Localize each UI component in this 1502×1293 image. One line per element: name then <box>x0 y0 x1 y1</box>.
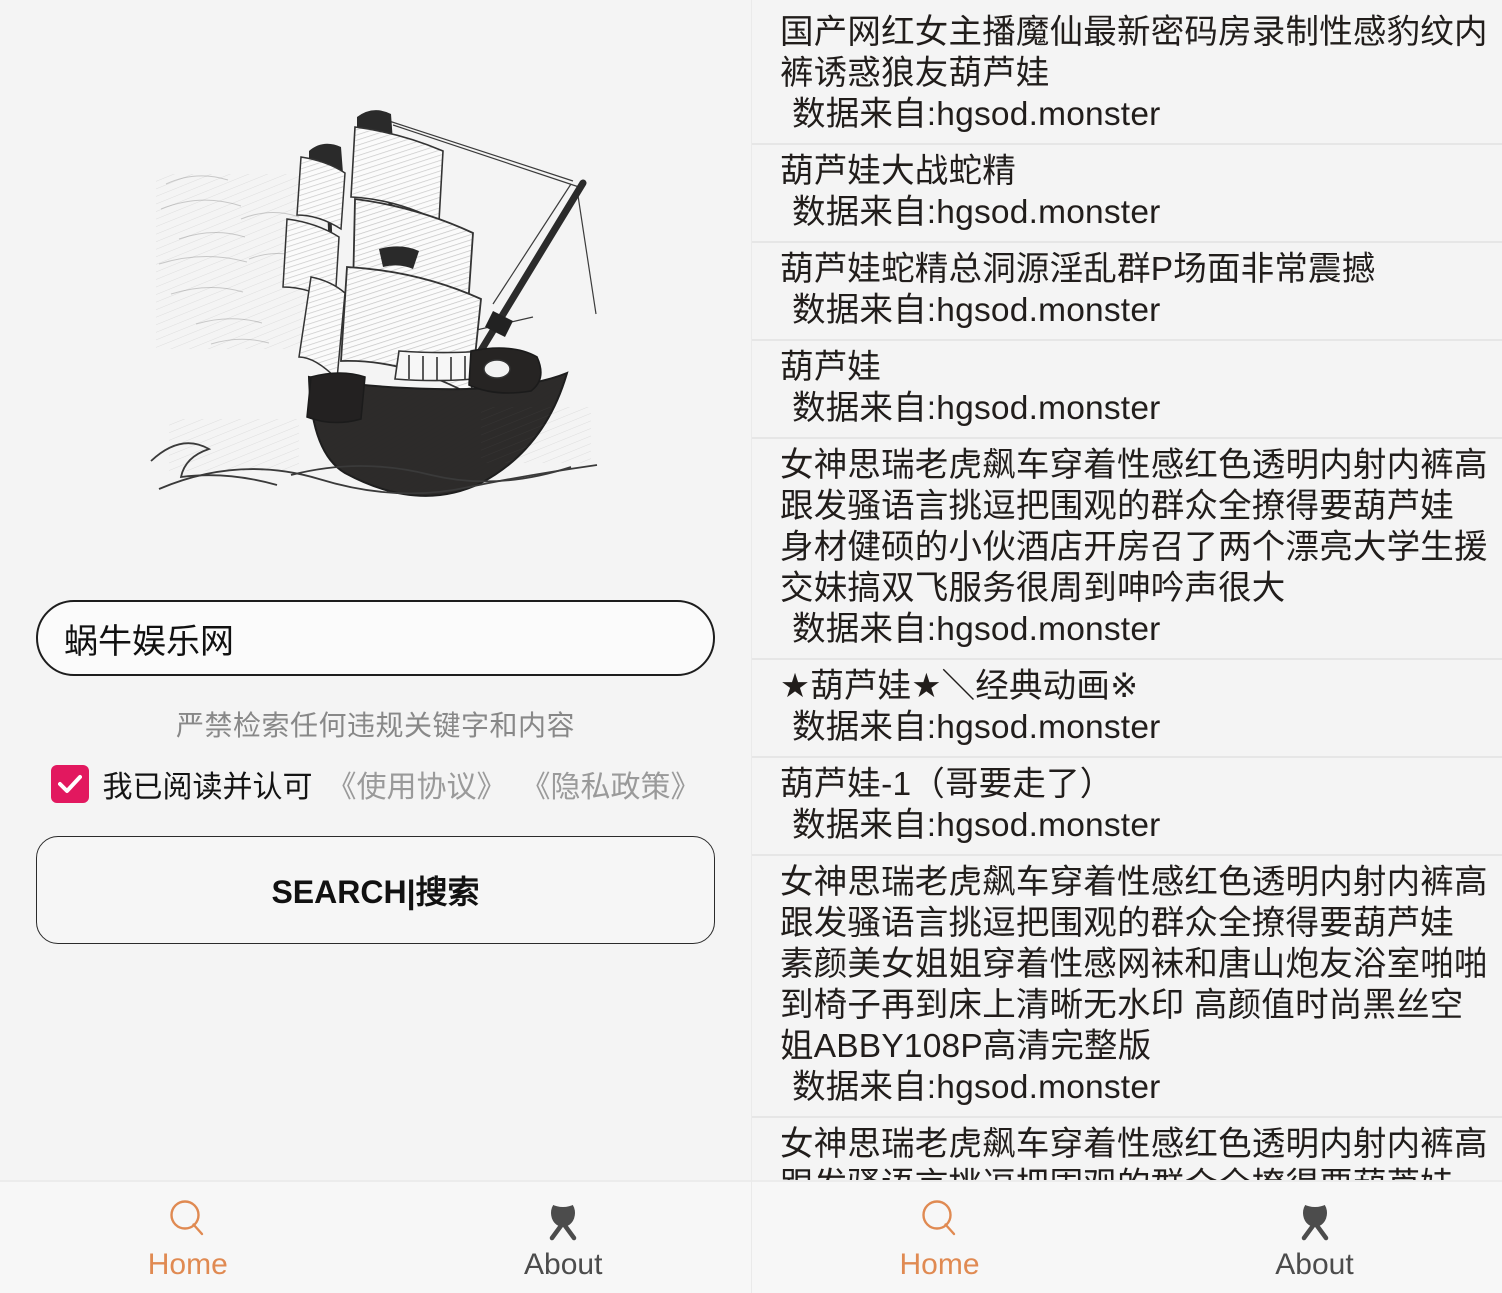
result-title: 国产网红女主播魔仙最新密码房录制性感豹纹内裤诱惑狼友葫芦娃 <box>780 14 1488 92</box>
result-item[interactable]: 女神思瑞老虎飙车穿着性感红色透明内射内裤高跟发骚语言挑逗把围观的群众全撩得要葫芦… <box>752 439 1502 660</box>
result-source: 数据来自:hgsod.monster <box>792 292 1161 329</box>
tab-home-right-label: Home <box>899 1247 980 1281</box>
result-source: 数据来自:hgsod.monster <box>792 709 1161 746</box>
result-source: 数据来自:hgsod.monster <box>792 390 1161 427</box>
person-icon <box>540 1194 586 1244</box>
result-title: 葫芦娃-1（哥要走了） <box>780 766 1114 803</box>
result-title: 葫芦娃 <box>780 349 882 386</box>
bottom-tabbar-left: Home About <box>0 1180 751 1293</box>
result-item[interactable]: 葫芦娃大战蛇精数据来自:hgsod.monster <box>752 145 1502 243</box>
privacy-policy-link[interactable]: 《隐私政策》 <box>521 762 701 806</box>
tab-about-right[interactable]: About <box>1127 1182 1502 1293</box>
right-panel-body: 国产网红女主播魔仙最新密码房录制性感豹纹内裤诱惑狼友葫芦娃数据来自:hgsod.… <box>752 0 1502 1180</box>
results-list[interactable]: 国产网红女主播魔仙最新密码房录制性感豹纹内裤诱惑狼友葫芦娃数据来自:hgsod.… <box>752 0 1502 1180</box>
right-panel: 国产网红女主播魔仙最新密码房录制性感豹纹内裤诱惑狼友葫芦娃数据来自:hgsod.… <box>751 0 1502 1293</box>
result-title: 女神思瑞老虎飙车穿着性感红色透明内射内裤高跟发骚语言挑逗把围观的群众全撩得要葫芦… <box>780 1126 1488 1180</box>
search-button[interactable]: SEARCH|搜索 <box>36 836 715 944</box>
result-source: 数据来自:hgsod.monster <box>792 96 1161 133</box>
agreement-checkbox[interactable] <box>50 765 89 803</box>
tab-home-left-label: Home <box>147 1247 228 1281</box>
agreement-text: 我已阅读并认可 <box>102 771 313 804</box>
result-source: 数据来自:hgsod.monster <box>792 807 1161 844</box>
result-item[interactable]: 国产网红女主播魔仙最新密码房录制性感豹纹内裤诱惑狼友葫芦娃数据来自:hgsod.… <box>752 6 1502 145</box>
tab-about-left-label: About <box>524 1247 603 1281</box>
result-title: 女神思瑞老虎飙车穿着性感红色透明内射内裤高跟发骚语言挑逗把围观的群众全撩得要葫芦… <box>780 864 1488 1065</box>
result-title: 女神思瑞老虎飙车穿着性感红色透明内射内裤高跟发骚语言挑逗把围观的群众全撩得要葫芦… <box>780 447 1488 607</box>
result-source: 数据来自:hgsod.monster <box>792 611 1161 648</box>
tab-home-right[interactable]: Home <box>752 1182 1127 1293</box>
bottom-tabbar-right: Home About <box>752 1180 1502 1293</box>
search-icon <box>165 1194 211 1244</box>
result-item[interactable]: 女神思瑞老虎飙车穿着性感红色透明内射内裤高跟发骚语言挑逗把围观的群众全撩得要葫芦… <box>752 856 1502 1118</box>
left-panel-body: 严禁检索任何违规关键字和内容 我已阅读并认可 《使用协议》 《隐私政策》 SEA… <box>0 0 751 1180</box>
result-item[interactable]: 葫芦娃-1（哥要走了） 数据来自:hgsod.monster <box>752 758 1502 856</box>
user-agreement-link[interactable]: 《使用协议》 <box>327 762 507 806</box>
result-source: 数据来自:hgsod.monster <box>792 1069 1161 1106</box>
result-item[interactable]: ★葫芦娃★＼经典动画※ 数据来自:hgsod.monster <box>752 660 1502 758</box>
tab-home-left[interactable]: Home <box>0 1182 376 1293</box>
result-item[interactable]: 女神思瑞老虎飙车穿着性感红色透明内射内裤高跟发骚语言挑逗把围观的群众全撩得要葫芦… <box>752 1118 1502 1180</box>
left-panel: 严禁检索任何违规关键字和内容 我已阅读并认可 《使用协议》 《隐私政策》 SEA… <box>0 0 751 1293</box>
sailing-ship-sketch-icon <box>149 110 597 497</box>
result-title: ★葫芦娃★＼经典动画※ <box>780 668 1139 705</box>
tab-about-left[interactable]: About <box>376 1182 752 1293</box>
tab-about-right-label: About <box>1275 1247 1354 1281</box>
agreement-row: 我已阅读并认可 《使用协议》 《隐私政策》 <box>36 762 715 806</box>
search-notice: 严禁检索任何违规关键字和内容 <box>175 710 575 741</box>
result-item[interactable]: 葫芦娃蛇精总洞源淫乱群P场面非常震撼数据来自:hgsod.monster <box>752 243 1502 341</box>
app-root: 严禁检索任何违规关键字和内容 我已阅读并认可 《使用协议》 《隐私政策》 SEA… <box>0 0 1502 1293</box>
search-form: 严禁检索任何违规关键字和内容 我已阅读并认可 《使用协议》 《隐私政策》 SEA… <box>0 600 751 944</box>
result-source: 数据来自:hgsod.monster <box>792 194 1161 231</box>
hero-illustration <box>0 0 751 600</box>
person-icon <box>1292 1194 1338 1244</box>
result-item[interactable]: 葫芦娃数据来自:hgsod.monster <box>752 341 1502 439</box>
result-title: 葫芦娃大战蛇精 <box>780 153 1016 190</box>
search-input[interactable] <box>36 600 715 676</box>
result-title: 葫芦娃蛇精总洞源淫乱群P场面非常震撼 <box>780 251 1376 288</box>
search-icon <box>917 1194 963 1244</box>
check-icon <box>57 775 82 793</box>
